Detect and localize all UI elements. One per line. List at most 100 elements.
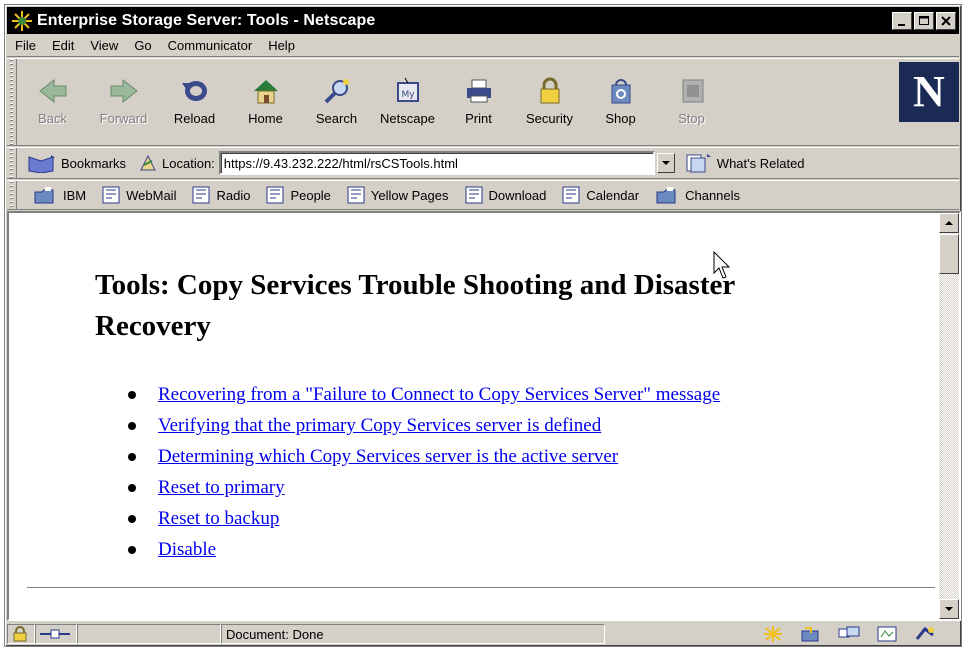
link-recovering-failure[interactable]: Recovering from a "Failure to Connect to… [158,379,720,410]
bookmark-yellow-pages[interactable]: Yellow Pages [347,186,449,204]
link-list: Recovering from a "Failure to Connect to… [128,379,720,565]
bookmark-page-icon [102,186,120,204]
back-button[interactable]: Back [17,77,88,126]
navigator-icon[interactable] [761,625,785,643]
window-title: Enterprise Storage Server: Tools - Netsc… [37,11,376,29]
svg-text:My: My [401,90,415,100]
netscape-app-icon [12,10,32,31]
discussion-icon[interactable] [837,625,861,643]
toolbar-grip[interactable] [7,181,17,209]
whats-related-icon [686,154,711,173]
page-content: Tools: Copy Services Trouble Shooting an… [9,213,939,619]
menu-edit[interactable]: Edit [44,38,82,53]
forward-arrow-icon [110,78,138,104]
vertical-scrollbar[interactable] [939,213,959,619]
link-verifying-primary[interactable]: Verifying that the primary Copy Services… [158,410,601,441]
search-button[interactable]: Search [301,77,372,126]
bookmark-page-icon [192,186,210,204]
my-netscape-icon: My [396,77,419,102]
shop-label: Shop [605,111,636,126]
bookmarks-label: Bookmarks [61,155,127,171]
menu-help[interactable]: Help [260,38,303,53]
page-proxy-icon[interactable] [138,153,158,173]
close-button[interactable] [936,11,956,30]
connection-status [35,624,77,644]
whats-related-button[interactable]: What's Related [683,152,805,174]
composer-icon[interactable] [875,625,899,643]
bullet-icon [128,514,136,523]
stop-icon [682,79,703,103]
folder-icon [656,187,676,204]
bookmark-calendar[interactable]: Calendar [562,186,639,204]
back-arrow-icon [38,78,66,104]
location-toolbar: Bookmarks Location: https://9.43.232.222… [7,147,959,179]
reload-button[interactable]: Reload [159,77,230,126]
list-item: Determining which Copy Services server i… [128,441,720,472]
link-determining-active[interactable]: Determining which Copy Services server i… [158,441,618,472]
location-label: Location: [162,155,215,171]
bookmark-label: Download [488,187,547,203]
menu-go[interactable]: Go [126,38,159,53]
maximize-button[interactable] [914,11,934,30]
shopping-bag-icon [611,79,630,104]
bookmark-page-icon [266,186,284,204]
bookmark-label: Channels [685,187,741,203]
home-label: Home [248,111,283,126]
minimize-icon [898,23,905,26]
scroll-up-button[interactable] [939,213,959,233]
home-button[interactable]: Home [230,77,301,126]
bookmark-webmail[interactable]: WebMail [102,186,176,204]
toolbar-grip[interactable] [7,59,17,145]
menu-communicator[interactable]: Communicator [160,38,261,53]
location-label-group: Location: [138,153,215,173]
bookmark-label: People [290,187,331,203]
bookmark-download[interactable]: Download [465,186,547,204]
mailbox-icon[interactable] [799,625,823,643]
menu-view[interactable]: View [82,38,126,53]
connection-plug-icon [40,629,70,639]
forward-button[interactable]: Forward [88,77,159,126]
bookmarks-button[interactable]: Bookmarks [27,153,126,173]
bookmarks-icon [28,155,55,173]
bullet-icon [128,545,136,554]
mouse-cursor-icon [713,251,731,279]
horizontal-rule [27,587,935,589]
toolbar-grip[interactable] [7,148,17,178]
bookmark-radio[interactable]: Radio [192,186,250,204]
reload-icon [181,81,207,101]
netscape-button[interactable]: My Netscape [372,77,443,126]
link-disable[interactable]: Disable [158,534,216,565]
bookmark-label: IBM [63,187,87,203]
stop-button[interactable]: Stop [656,77,727,126]
link-reset-primary[interactable]: Reset to primary [158,472,285,503]
netscape-logo[interactable]: N [899,62,959,122]
content-frame: Tools: Copy Services Trouble Shooting an… [7,211,961,621]
link-reset-backup[interactable]: Reset to backup [158,503,279,534]
status-text-cell: Document: Done [221,624,605,644]
chevron-down-icon [661,161,670,165]
scroll-down-button[interactable] [939,599,959,619]
close-icon [941,15,951,26]
bookmark-channels[interactable]: Channels [655,185,740,205]
security-button[interactable]: Security [514,77,585,126]
list-item: Recovering from a "Failure to Connect to… [128,379,720,410]
bookmark-ibm[interactable]: IBM [33,185,86,205]
bookmark-people[interactable]: People [266,186,331,204]
aim-icon[interactable] [913,625,937,643]
menu-file[interactable]: File [7,38,44,53]
folder-icon [34,187,54,204]
shop-button[interactable]: Shop [585,77,656,126]
scroll-up-arrow-icon [945,221,953,225]
maximize-icon [919,15,929,25]
scroll-thumb[interactable] [939,234,959,274]
bullet-icon [128,483,136,492]
url-input[interactable]: https://9.43.232.222/html/rsCSTools.html [218,151,655,175]
bullet-icon [128,421,136,430]
padlock-icon [540,77,559,104]
minimize-button[interactable] [892,11,912,30]
url-history-dropdown[interactable] [656,153,675,173]
menu-bar: File Edit View Go Communicator Help [7,35,959,57]
bullet-icon [128,452,136,461]
security-status[interactable] [7,624,35,644]
print-button[interactable]: Print [443,77,514,126]
